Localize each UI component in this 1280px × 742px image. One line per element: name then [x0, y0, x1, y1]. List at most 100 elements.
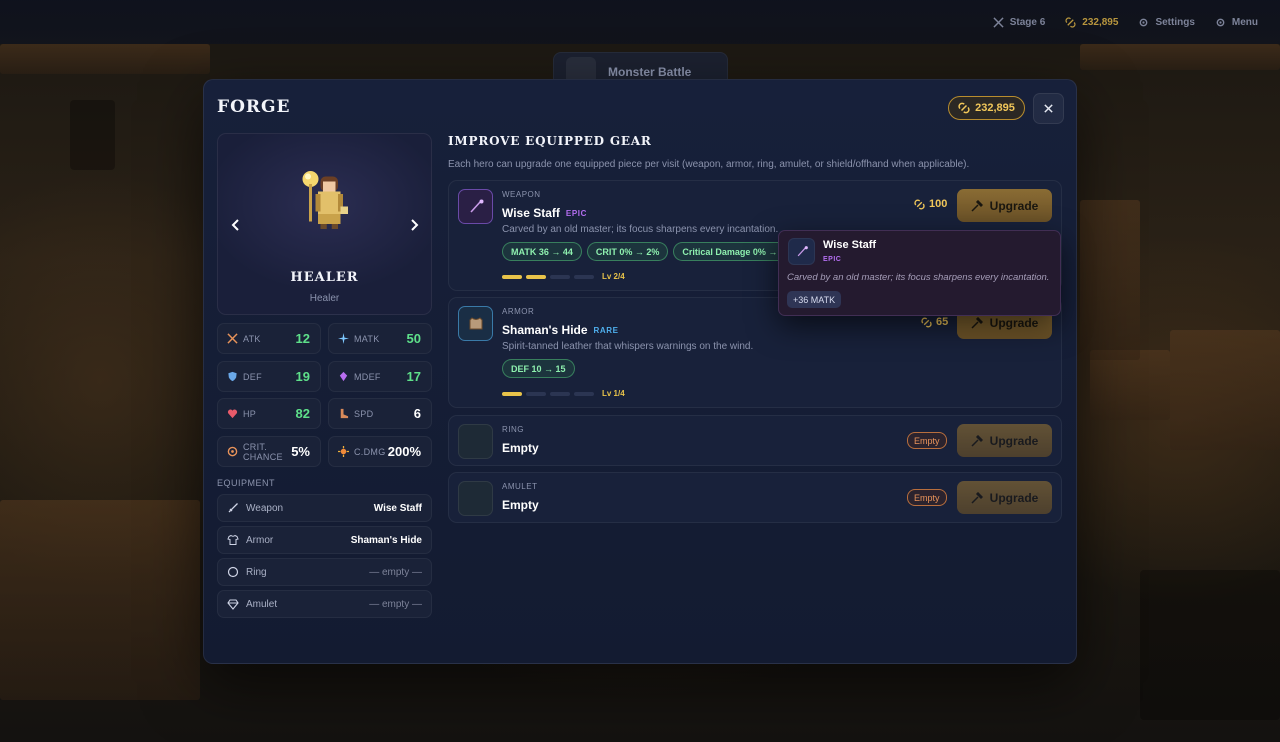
empty-badge: Empty [907, 432, 947, 449]
upgrade-button[interactable]: Upgrade [957, 481, 1052, 514]
stat-spd: SPD 6 [328, 398, 432, 429]
stat-label: ATK [243, 333, 261, 344]
settings-label: Settings [1155, 16, 1195, 28]
coin-link-icon [1065, 16, 1076, 28]
level-bar: Lv 2/4 [502, 272, 625, 281]
level-segment [550, 391, 570, 396]
hero-card: HEALER Healer [217, 133, 432, 315]
coin-link-icon [958, 102, 970, 114]
equip-row-weapon[interactable]: Weapon Wise Staff [217, 494, 432, 522]
level-segment [526, 391, 546, 396]
stat-chip: MATK 36 → 44 [502, 242, 582, 261]
gold-pill-amount: 232,895 [975, 102, 1015, 114]
item-tooltip: Wise Staff EPIC Carved by an old master;… [778, 230, 1061, 316]
stat-value: 6 [413, 406, 421, 421]
gear-name-text: Empty [502, 498, 539, 512]
equip-label: Amulet [246, 598, 278, 610]
chevron-right-icon [411, 219, 419, 231]
swords-icon [227, 333, 238, 344]
tooltip-desc: Carved by an old master; its focus sharp… [787, 272, 1050, 283]
gear-slot: AMULET [502, 482, 538, 491]
gear-desc: Spirit-tanned leather that whispers warn… [502, 341, 754, 352]
level-segment [574, 391, 594, 396]
equip-row-ring[interactable]: Ring — empty — [217, 558, 432, 586]
gear-card-amulet: AMULET Empty Empty Upgrade [448, 472, 1062, 523]
hero-class: Healer [309, 293, 340, 304]
equip-label: Ring [246, 566, 267, 578]
gear-name-text: Wise Staff [502, 206, 560, 220]
gear-slot: RING [502, 425, 524, 434]
hammer-icon [971, 434, 983, 447]
menu-button[interactable]: Menu [1215, 17, 1258, 28]
gear-section-title: IMPROVE EQUIPPED GEAR [448, 134, 652, 148]
gear-name: Shaman's Hide RARE [502, 323, 619, 337]
upgrade-button-label: Upgrade [989, 198, 1039, 213]
top-bar: Stage 6 232,895 Settings Menu [0, 0, 1280, 44]
gear-name-text: Empty [502, 441, 539, 455]
menu-gear-icon [1216, 18, 1225, 26]
sword-icon [227, 502, 239, 514]
gold-amount: 232,895 [1082, 16, 1119, 28]
gear-name: Wise Staff EPIC [502, 206, 587, 220]
tooltip-stat: +36 MATK [787, 291, 842, 308]
stat-value: 19 [295, 369, 310, 384]
gold-pill: 232,895 [948, 96, 1025, 120]
stage-indicator[interactable]: Stage 6 [993, 16, 1045, 28]
staff-icon [788, 238, 815, 265]
heart-icon [227, 408, 238, 419]
tooltip-name: Wise Staff [823, 239, 877, 251]
hammer-icon [971, 199, 983, 212]
stat-label: MDEF [354, 371, 381, 382]
stat-label: CRIT. CHANCE [243, 441, 283, 462]
settings-button[interactable]: Settings [1138, 16, 1195, 28]
upgrade-button[interactable]: Upgrade [957, 189, 1052, 222]
rarity-badge: RARE [593, 325, 619, 335]
equip-value: Shaman's Hide [350, 534, 422, 546]
gear-slot: WEAPON [502, 190, 541, 199]
burst-icon [338, 446, 349, 457]
cost-value: 100 [929, 198, 948, 210]
forge-modal: FORGE 232,895 HEALER Healer ATK 12 MATK … [203, 79, 1077, 664]
gear-card-ring: RING Empty Empty Upgrade [448, 415, 1062, 466]
stat-chip: Critical Damage 0% → 5 [673, 242, 794, 261]
stat-matk: MATK 50 [328, 323, 432, 354]
stat-chips: MATK 36 → 44 CRIT 0% → 2% Critical Damag… [502, 242, 794, 261]
level-segment [502, 274, 522, 279]
sparkle-icon [338, 333, 349, 344]
equip-row-armor[interactable]: Armor Shaman's Hide [217, 526, 432, 554]
stat-label: SPD [354, 408, 374, 419]
equip-value: — empty — [369, 598, 422, 610]
crystal-icon [338, 371, 349, 382]
monster-battle-title: Monster Battle [608, 65, 692, 79]
shield-icon [227, 371, 238, 382]
gear-name: Empty [502, 498, 539, 512]
equip-value: Wise Staff [373, 502, 422, 514]
prev-hero-button[interactable] [225, 214, 247, 236]
staff-icon [458, 189, 493, 224]
empty-slot-icon [458, 481, 493, 516]
upgrade-button-label: Upgrade [989, 490, 1039, 505]
boot-icon [338, 408, 349, 419]
ring-icon [227, 566, 239, 578]
armor-icon [458, 306, 493, 341]
stat-label: DEF [243, 371, 262, 382]
gear-name-text: Shaman's Hide [502, 323, 588, 337]
swords-icon [993, 16, 1004, 28]
gear-section-desc: Each hero can upgrade one equipped piece… [448, 159, 970, 170]
stat-label: MATK [354, 333, 380, 344]
upgrade-button[interactable]: Upgrade [957, 424, 1052, 457]
level-segment [550, 274, 570, 279]
stat-value: 5% [291, 444, 310, 459]
equip-row-amulet[interactable]: Amulet — empty — [217, 590, 432, 618]
upgrade-button-label: Upgrade [989, 433, 1039, 448]
level-segment [526, 274, 546, 279]
stat-mdef: MDEF 17 [328, 361, 432, 392]
stat-chips: DEF 10 → 15 [502, 359, 575, 378]
close-button[interactable] [1033, 93, 1064, 124]
next-hero-button[interactable] [403, 214, 425, 236]
level-bar: Lv 1/4 [502, 389, 625, 398]
tooltip-rarity: EPIC [823, 256, 842, 263]
stat-chip: CRIT 0% → 2% [586, 242, 669, 261]
stat-atk: ATK 12 [217, 323, 321, 354]
gear-icon [1140, 18, 1148, 26]
